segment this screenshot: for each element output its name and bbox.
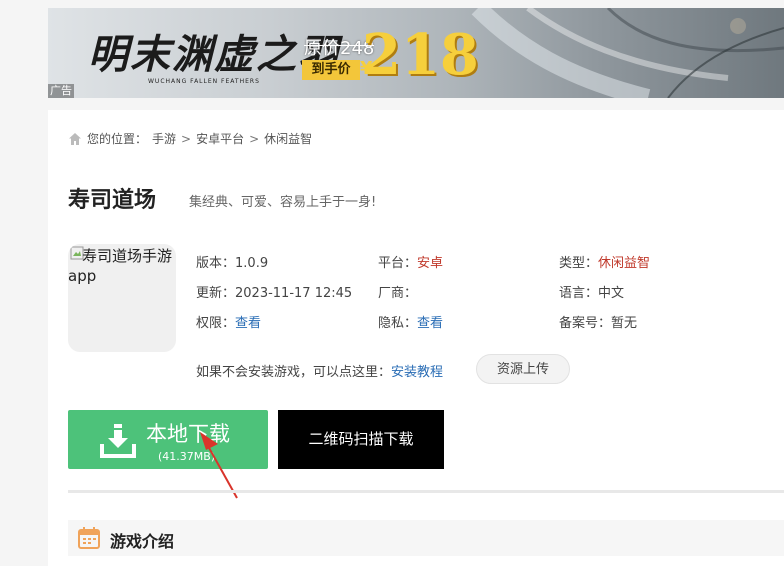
- meta-language: 语言：中文: [559, 286, 625, 301]
- banner-logo-subtitle: WUCHANG FALLEN FEATHERS: [148, 78, 260, 85]
- record-value: 暂无: [611, 316, 638, 331]
- qr-download-button[interactable]: 二维码扫描下载: [278, 410, 444, 469]
- section-divider: [68, 490, 784, 493]
- meta-record: 备案号：暂无: [559, 316, 638, 331]
- game-title: 寿司道场: [68, 188, 157, 213]
- meta-permission: 权限：查看: [196, 316, 262, 331]
- game-slogan: 集经典、可爱、容易上手于一身!: [189, 195, 377, 210]
- banner-final-price-label: 到手价: [302, 60, 360, 80]
- install-tutorial-link[interactable]: 安装教程: [391, 365, 443, 380]
- updated-value: 2023-11-17 12:45: [235, 286, 353, 301]
- game-icon-alt-text: 寿司道场手游app: [68, 247, 173, 285]
- game-icon: 寿司道场手游app: [68, 244, 176, 352]
- meta-vendor: 厂商：: [378, 286, 418, 301]
- meta-version: 版本：1.0.9: [196, 256, 269, 271]
- banner-final-price: 218: [362, 22, 479, 88]
- breadcrumb-item-mobile-games[interactable]: 手游: [152, 130, 176, 147]
- version-value: 1.0.9: [235, 256, 269, 271]
- meta-type: 类型：休闲益智: [559, 256, 651, 271]
- home-icon: [69, 132, 81, 145]
- breadcrumb-separator: >: [249, 131, 260, 146]
- game-detail-panel: 您的位置： 手游 > 安卓平台 > 休闲益智 寿司道场 集经典、可爱、容易上手于…: [48, 110, 784, 566]
- privacy-link[interactable]: 查看: [417, 316, 443, 331]
- game-intro-title: 游戏介绍: [110, 532, 175, 551]
- download-icon: [100, 424, 136, 458]
- meta-privacy: 隐私：查看: [378, 316, 444, 331]
- breadcrumb-separator: >: [181, 131, 192, 146]
- meta-platform: 平台：安卓: [378, 256, 444, 271]
- breadcrumb-prefix: 您的位置：: [87, 132, 148, 146]
- breadcrumb: 您的位置： 手游 > 安卓平台 > 休闲益智: [68, 130, 312, 147]
- game-intro-section-header: 游戏介绍: [68, 520, 784, 556]
- permission-link[interactable]: 查看: [235, 316, 261, 331]
- calendar-icon: [78, 527, 100, 549]
- type-value: 休闲益智: [598, 256, 651, 271]
- meta-updated: 更新：2023-11-17 12:45: [196, 286, 353, 301]
- breadcrumb-item-android[interactable]: 安卓平台: [196, 130, 244, 147]
- upload-resource-button[interactable]: 资源上传: [476, 354, 570, 384]
- breadcrumb-item-casual[interactable]: 休闲益智: [264, 130, 312, 147]
- install-tip: 如果不会安装游戏，可以点这里：安装教程: [196, 365, 444, 380]
- ad-banner[interactable]: 明末渊虚之羽 WUCHANG FALLEN FEATHERS 原价248 到手价…: [48, 8, 784, 98]
- language-value: 中文: [598, 286, 625, 301]
- platform-value: 安卓: [417, 256, 444, 271]
- ad-label: 广告: [48, 84, 74, 98]
